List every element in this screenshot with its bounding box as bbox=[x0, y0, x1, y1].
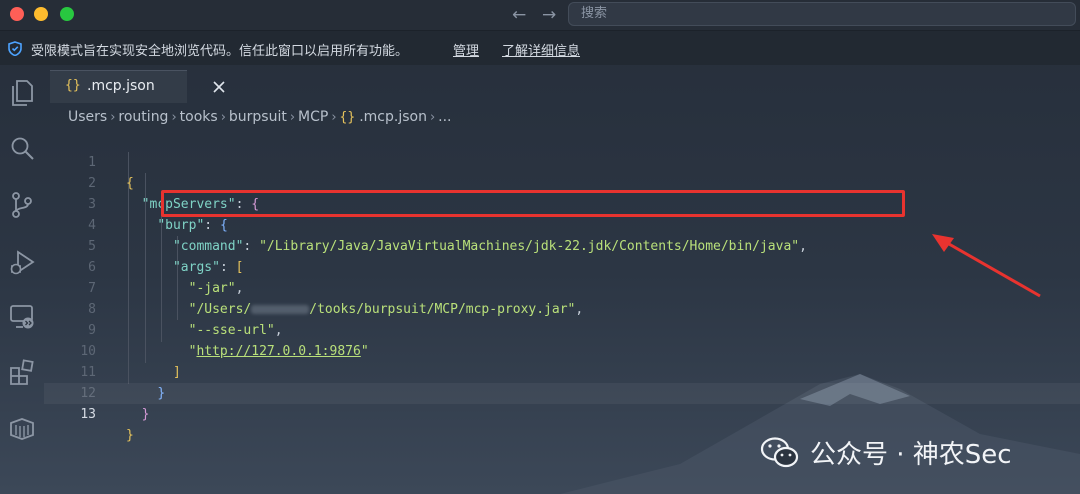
search-icon[interactable] bbox=[9, 135, 35, 161]
source-control-icon[interactable] bbox=[9, 191, 35, 218]
explorer-icon[interactable] bbox=[9, 79, 35, 106]
wechat-icon bbox=[760, 436, 800, 470]
breadcrumb-item[interactable]: Users bbox=[68, 109, 107, 125]
line-content: } bbox=[141, 407, 150, 422]
manage-link[interactable]: 管理 bbox=[453, 40, 479, 59]
breadcrumb-item[interactable]: MCP bbox=[298, 109, 328, 125]
breadcrumb: Users › routing › tooks › burpsuit › MCP ›{} .mcp.… bbox=[68, 109, 452, 129]
maximize-window-button[interactable] bbox=[60, 7, 74, 21]
code-line: 5 "args": [ bbox=[44, 215, 1080, 275]
close-window-button[interactable] bbox=[10, 7, 24, 21]
code-line: 11 } bbox=[44, 341, 1080, 401]
watermark-text: 公众号 · 神农Sec bbox=[810, 440, 1012, 470]
code-editor[interactable]: 1 { 2 "mcpServers": { 3 "burp": { 4 "com… bbox=[44, 131, 1080, 443]
tab-mcp-json[interactable]: {} .mcp.json bbox=[50, 70, 225, 103]
code-line: 7 "/Users//tooks/burpsuit/MCP/mcp-proxy.… bbox=[44, 257, 1080, 317]
red-arrow-annotation bbox=[932, 234, 1041, 298]
forward-arrow-icon[interactable]: → bbox=[542, 5, 556, 25]
back-arrow-icon[interactable]: ← bbox=[512, 5, 526, 25]
breadcrumb-item[interactable]: routing bbox=[118, 109, 168, 125]
breadcrumb-item[interactable]: .mcp.json bbox=[359, 109, 427, 125]
chevron-right-icon: › bbox=[331, 109, 337, 125]
learn-more-link[interactable]: 了解详细信息 bbox=[502, 40, 580, 59]
banner-message: 受限模式旨在实现安全地浏览代码。信任此窗口以启用所有功能。 bbox=[31, 44, 409, 59]
containers-icon[interactable] bbox=[9, 415, 35, 441]
breadcrumb-item[interactable]: ... bbox=[438, 109, 451, 125]
code-line: 9 "http://127.0.0.1:9876" bbox=[44, 299, 1080, 359]
code-line-current: 13 } bbox=[44, 383, 1080, 443]
shield-icon bbox=[8, 41, 22, 56]
remote-explorer-icon[interactable] bbox=[9, 303, 35, 329]
code-line: 2 "mcpServers": { bbox=[44, 152, 1080, 212]
run-debug-icon[interactable] bbox=[9, 249, 35, 275]
extensions-icon[interactable] bbox=[9, 359, 35, 385]
breadcrumb-item[interactable]: tooks bbox=[180, 109, 218, 125]
tab-label: .mcp.json bbox=[87, 78, 155, 94]
code-line: 8 "--sse-url", bbox=[44, 278, 1080, 338]
json-file-icon: {} bbox=[65, 78, 81, 93]
line-number: 13 bbox=[80, 407, 96, 422]
close-icon[interactable] bbox=[213, 81, 225, 93]
code-line: 10 ] bbox=[44, 320, 1080, 380]
chevron-right-icon: › bbox=[289, 109, 296, 125]
line-content: } bbox=[126, 428, 134, 443]
command-center-search[interactable]: 搜索 bbox=[568, 2, 1076, 26]
breadcrumb-item[interactable]: burpsuit bbox=[229, 109, 287, 125]
chevron-right-icon: › bbox=[110, 109, 116, 125]
chevron-right-icon: › bbox=[220, 109, 226, 125]
chevron-right-icon: › bbox=[429, 109, 436, 125]
chevron-right-icon: › bbox=[171, 109, 177, 125]
code-line: 12 } bbox=[44, 362, 1080, 422]
activity-bar bbox=[0, 65, 44, 494]
title-bar: ← → 搜索 bbox=[0, 0, 1080, 31]
json-file-icon: {} bbox=[339, 109, 356, 125]
highlight-annotation-box bbox=[161, 190, 905, 217]
restricted-mode-banner: 受限模式旨在实现安全地浏览代码。信任此窗口以启用所有功能。 管理 了解详细信息 bbox=[0, 31, 1080, 65]
code-line: 1 { bbox=[44, 131, 1080, 191]
minimize-window-button[interactable] bbox=[34, 7, 48, 21]
code-line: 6 "-jar", bbox=[44, 236, 1080, 296]
